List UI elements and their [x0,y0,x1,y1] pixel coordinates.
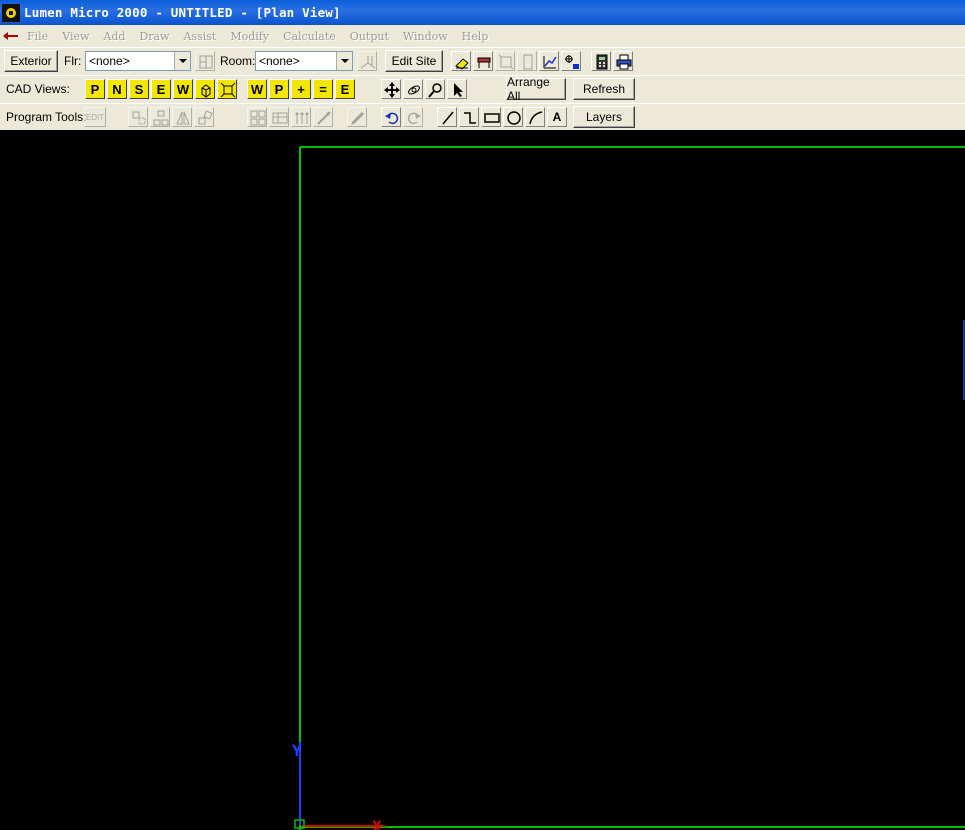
window-title: Lumen Micro 2000 - UNTITLED - [Plan View… [24,5,341,20]
menu-draw[interactable]: Draw [139,30,169,43]
polyline-tool-icon[interactable] [459,107,479,127]
menu-assist[interactable]: Assist [183,30,216,43]
rotate-icon[interactable] [194,107,214,127]
edit-site-button[interactable]: Edit Site [385,50,443,72]
back-arrow-icon[interactable] [0,25,22,47]
menu-calculate[interactable]: Calculate [283,30,336,43]
pointer-icon[interactable] [447,79,467,99]
undo-icon[interactable] [381,107,401,127]
plan-view-canvas[interactable]: Y X [0,130,965,830]
title-bar[interactable]: Lumen Micro 2000 - UNTITLED - [Plan View… [0,0,965,25]
menu-add[interactable]: Add [103,30,125,43]
tool-equal-button[interactable]: = [313,79,333,99]
menu-modify[interactable]: Modify [230,30,269,43]
plan-view-drawing: Y X [292,146,965,830]
program-tools-label: Program Tools: [6,110,87,124]
view-north-button[interactable]: N [107,79,127,99]
exterior-button[interactable]: Exterior [4,50,58,72]
aim-icon[interactable] [313,107,333,127]
view-plan-button[interactable]: P [85,79,105,99]
view-south-button[interactable]: S [129,79,149,99]
rotate-view-icon[interactable] [403,79,423,99]
move-icon[interactable] [128,107,148,127]
text-tool-button[interactable]: A [547,107,567,127]
arc-tool-icon[interactable] [525,107,545,127]
mirror-icon[interactable] [172,107,192,127]
grid-chart-icon[interactable] [539,51,559,71]
arrange-all-button[interactable]: Arrange All [506,75,566,103]
menu-window[interactable]: Window [403,30,448,43]
tool-add-button[interactable]: + [291,79,311,99]
room-select[interactable]: <none> [255,51,353,71]
room-label: Room: [220,54,256,68]
calculator-icon[interactable] [591,51,611,71]
view-west-button[interactable]: W [173,79,193,99]
floor-grid-icon[interactable] [195,51,215,71]
zoom-icon[interactable] [425,79,445,99]
y-axis-label: Y [292,741,302,760]
floor-select-value: <none> [89,54,130,68]
line-tool-icon[interactable] [437,107,457,127]
table-icon[interactable] [269,107,289,127]
luminaire-array-icon[interactable] [291,107,311,127]
toolbar-row-2: CAD Views: P N S E W W P + = E Arrange A… [0,75,965,103]
tool-partition-button[interactable]: P [269,79,289,99]
room-select-value: <none> [259,54,300,68]
room-3d-icon[interactable] [495,51,515,71]
chevron-down-icon[interactable] [174,52,190,70]
point-calc-icon[interactable] [561,51,581,71]
door-icon[interactable] [517,51,537,71]
room-perspective-icon[interactable] [357,51,377,71]
view-3d-icon[interactable] [195,79,215,99]
pencil-icon[interactable] [347,107,367,127]
view-east-button[interactable]: E [151,79,171,99]
edit-button[interactable]: EDIT [84,107,106,127]
menu-bar: File View Add Draw Assist Modify Calcula… [0,25,965,47]
floor-label: Flr: [64,54,82,68]
app-icon[interactable] [2,3,20,22]
view-room-icon[interactable] [217,79,237,99]
menu-view[interactable]: View [62,30,89,43]
toolbar-row-3: Program Tools: EDIT A Layers [0,103,965,130]
cad-views-label: CAD Views: [6,82,70,96]
tool-elevation-button[interactable]: E [335,79,355,99]
printer-icon[interactable] [613,51,633,71]
tool-wall-button[interactable]: W [247,79,267,99]
menu-help[interactable]: Help [462,30,489,43]
rectangle-tool-icon[interactable] [481,107,501,127]
menu-file[interactable]: File [27,30,48,43]
furniture-icon[interactable] [473,51,493,71]
refresh-button[interactable]: Refresh [573,78,635,100]
chevron-down-icon[interactable] [336,52,352,70]
floor-select[interactable]: <none> [85,51,191,71]
layers-button[interactable]: Layers [573,106,635,128]
pan-icon[interactable] [381,79,401,99]
menu-output[interactable]: Output [350,30,389,43]
array-icon[interactable] [247,107,267,127]
eraser-icon[interactable] [451,51,471,71]
x-axis-label: X [372,817,382,830]
circle-tool-icon[interactable] [503,107,523,127]
redo-icon[interactable] [403,107,423,127]
toolbar-row-1: Exterior Flr: <none> Room: <none> Edit S… [0,47,965,75]
copy-icon[interactable] [150,107,170,127]
